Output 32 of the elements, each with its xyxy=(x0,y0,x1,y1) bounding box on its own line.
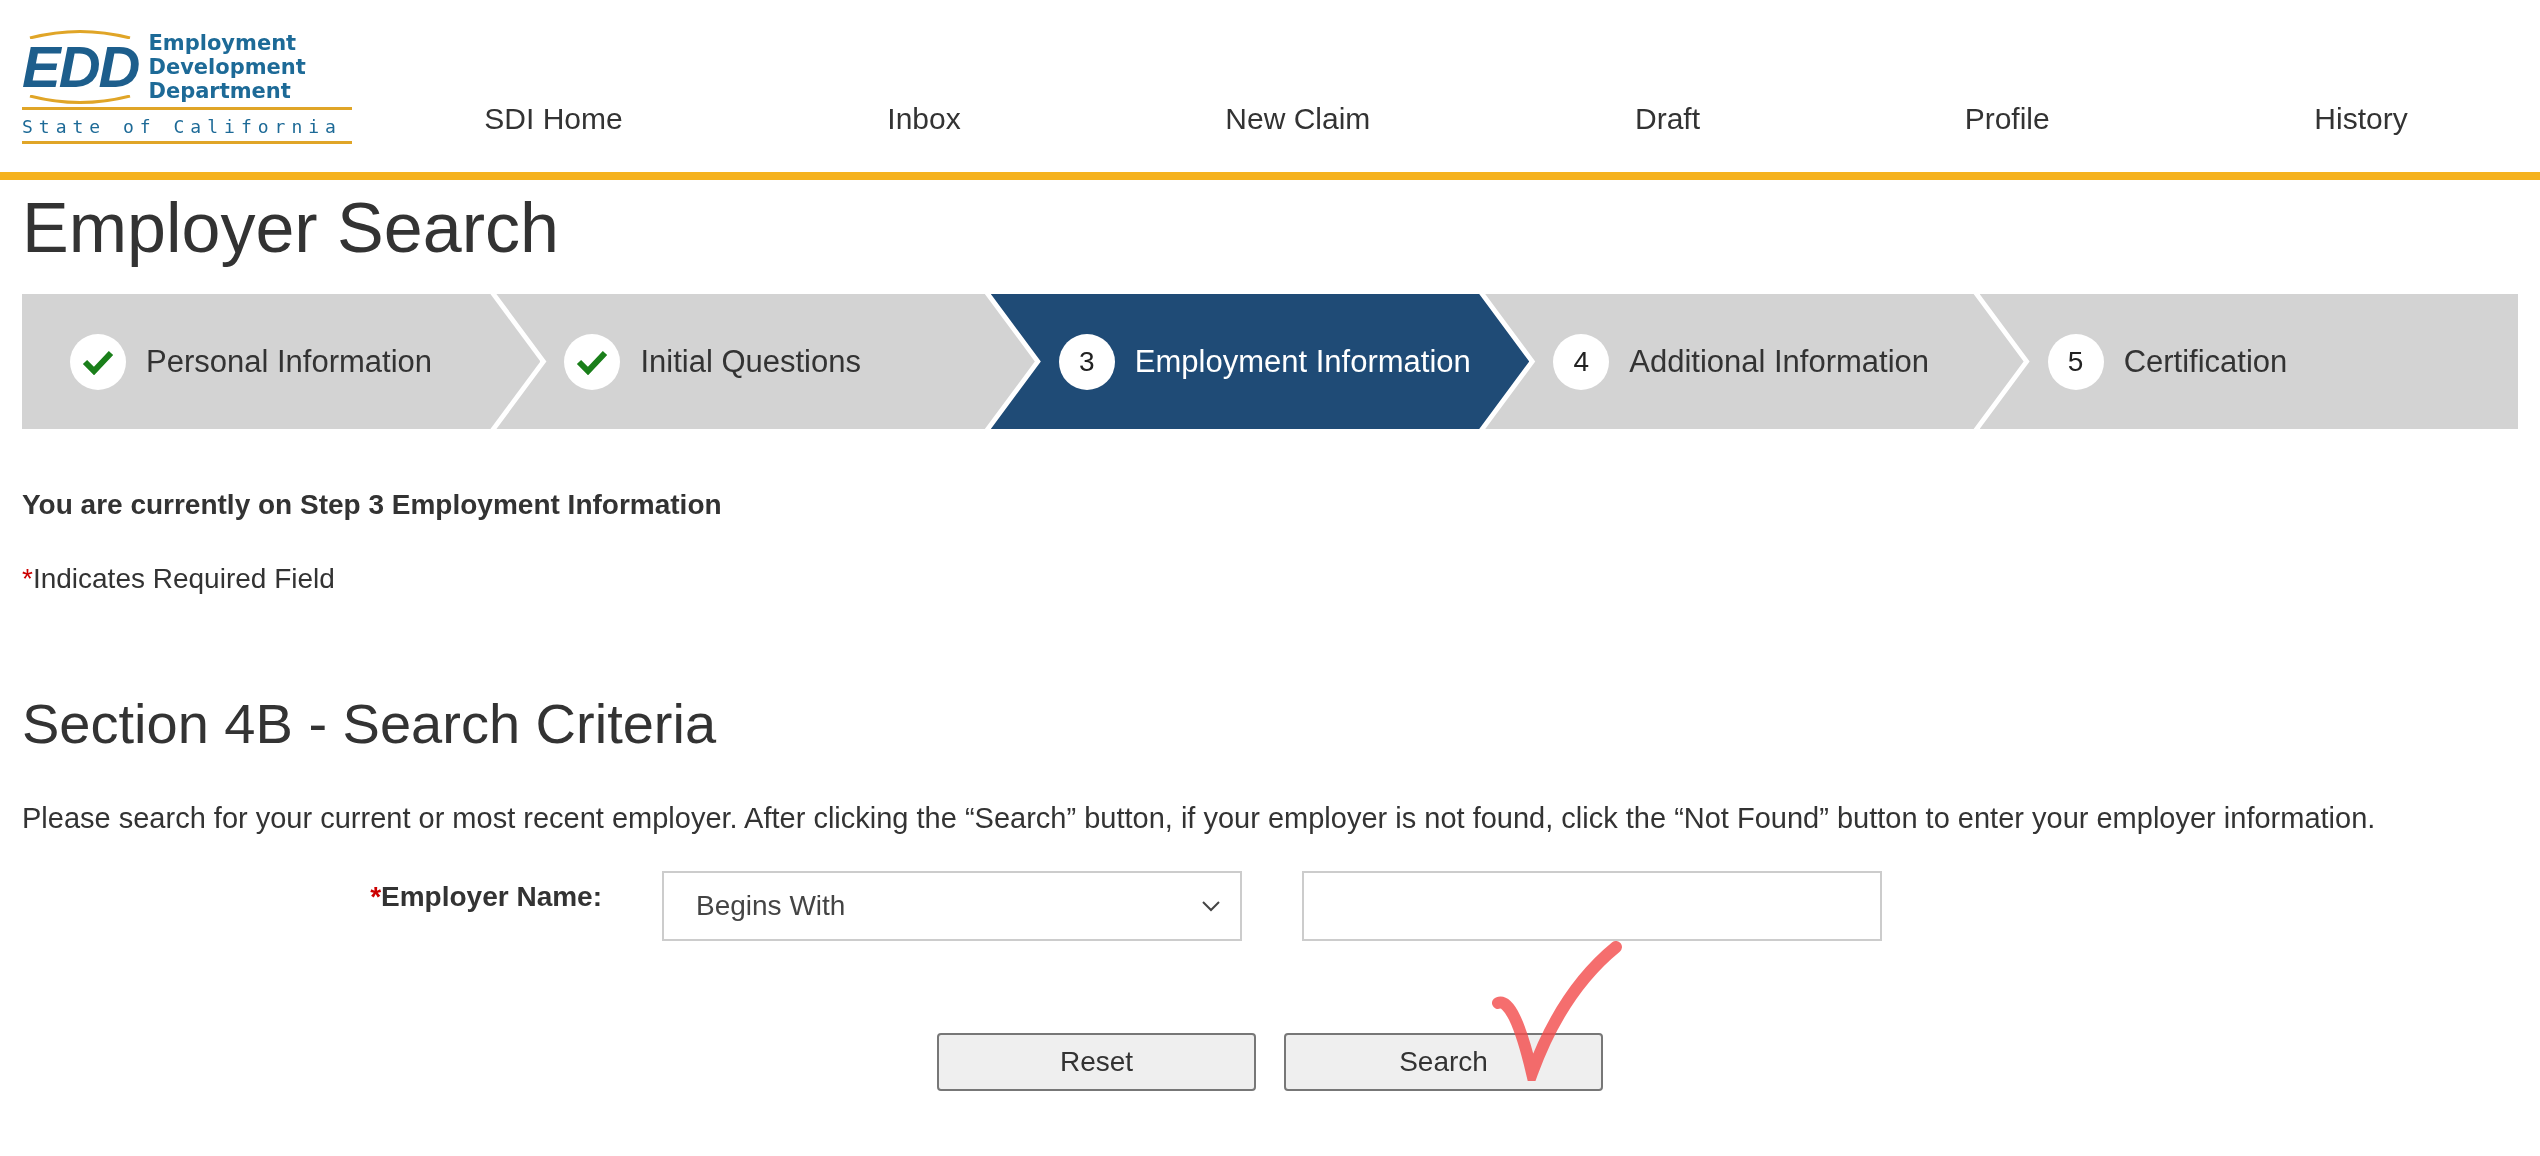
step-label: Employment Information xyxy=(1134,343,1471,380)
field-label: *Employer Name: xyxy=(369,880,602,913)
step-label: Initial Questions xyxy=(640,343,861,380)
current-step-note: You are currently on Step 3 Employment Information xyxy=(22,489,723,521)
logo-name-line: Employment xyxy=(148,30,298,55)
step-label: Certification xyxy=(2123,343,2288,380)
match-type-dropdown[interactable]: Begins With xyxy=(662,871,1242,941)
step-number: 4 xyxy=(1553,333,1610,390)
form-button[interactable]: Reset xyxy=(937,1033,1256,1091)
chevron-down-icon xyxy=(1202,900,1220,912)
section-title: Section 4B - Search Criteria xyxy=(22,691,718,756)
logo-name-line: Development xyxy=(148,54,306,79)
employer-name-input[interactable] xyxy=(1302,871,1882,941)
checkmark-icon xyxy=(82,348,114,375)
nav-link[interactable]: SDI Home xyxy=(484,102,623,136)
step-number: 5 xyxy=(2047,333,2104,390)
logo-mark: EDD xyxy=(22,38,139,95)
required-note: *Indicates Required Field xyxy=(22,563,336,595)
step-label: Personal Information xyxy=(146,343,433,380)
step-label: Additional Information xyxy=(1629,343,1930,380)
page-title: Employer Search xyxy=(22,188,560,268)
form-button[interactable]: Search xyxy=(1284,1033,1603,1091)
logo-name-line: Department xyxy=(148,78,292,103)
nav-link[interactable]: Inbox xyxy=(887,102,961,136)
nav-link[interactable]: Draft xyxy=(1635,102,1700,136)
instructions-text: Please search for your current or most recent employer. After clicking the “Search” button, if your employer is not found, click the “Not Found” button to enter your employer information. xyxy=(22,802,2377,835)
nav-link[interactable]: History xyxy=(2314,102,2408,136)
checkmark-icon xyxy=(576,348,609,375)
nav-link[interactable]: Profile xyxy=(1964,102,2050,136)
logo-state-text: State of California xyxy=(22,109,352,144)
nav-link[interactable]: New Claim xyxy=(1225,102,1371,136)
step-number: 3 xyxy=(1058,333,1115,390)
